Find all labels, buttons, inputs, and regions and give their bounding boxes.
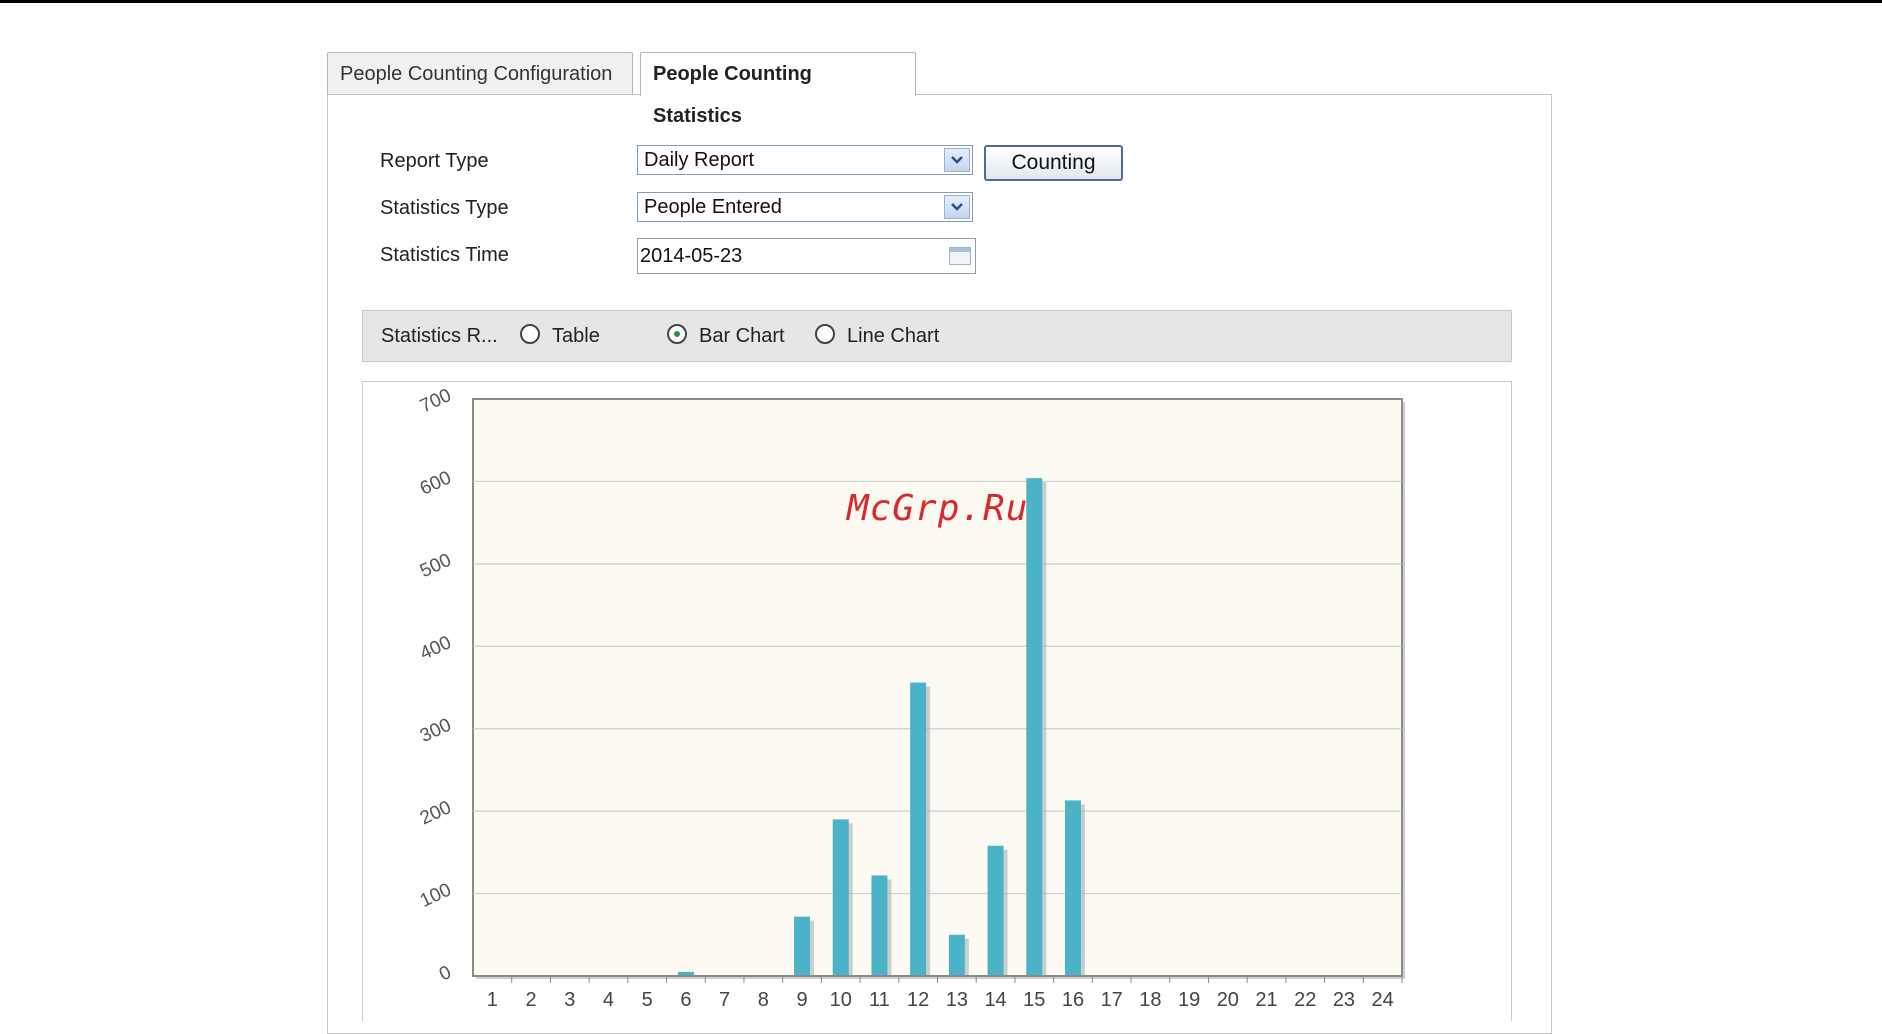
radio-line-chart[interactable]: [815, 324, 835, 344]
x-tick-label: 6: [680, 989, 691, 1011]
x-tick-label: 5: [642, 989, 653, 1011]
y-tick-label: 300: [417, 715, 455, 747]
bar: [910, 683, 926, 976]
report-type-label: Report Type: [380, 150, 489, 173]
y-tick-label: 500: [417, 550, 455, 582]
counting-button[interactable]: Counting: [984, 145, 1123, 181]
report-type-select[interactable]: Daily Report: [637, 145, 973, 175]
bar: [794, 917, 810, 976]
report-type-value: Daily Report: [644, 149, 754, 171]
x-tick-label: 13: [946, 989, 968, 1011]
x-tick-label: 11: [869, 989, 890, 1011]
statistics-time-input[interactable]: 2014-05-23: [637, 238, 976, 274]
x-tick-label: 7: [719, 989, 730, 1011]
x-tick-label: 9: [796, 989, 807, 1011]
bar: [949, 935, 965, 976]
radio-table[interactable]: [520, 324, 540, 344]
radio-bar-chart[interactable]: [667, 324, 687, 344]
bar: [1026, 478, 1042, 976]
top-border: [0, 0, 1882, 3]
tab-people-counting-configuration[interactable]: People Counting Configuration: [327, 52, 633, 94]
x-tick-label: 4: [603, 989, 614, 1011]
x-tick-label: 19: [1178, 989, 1200, 1011]
x-tick-label: 23: [1333, 989, 1355, 1011]
statistics-result-options: Statistics R... Table Bar Chart Line Cha…: [362, 310, 1512, 362]
statistics-type-value: People Entered: [644, 196, 782, 218]
plot-area: [473, 399, 1402, 976]
y-tick-label: 600: [417, 467, 455, 499]
watermark-text: McGrp.Ru: [847, 488, 1028, 529]
bar-chart-container: 0100200300400500600700123456789101112131…: [362, 381, 1512, 1021]
bar: [1065, 800, 1081, 976]
statistics-time-label: Statistics Time: [380, 244, 509, 267]
x-tick-label: 22: [1294, 989, 1316, 1011]
bar: [833, 819, 849, 976]
y-tick-label: 100: [417, 879, 455, 911]
radio-line-chart-label[interactable]: Line Chart: [847, 325, 939, 348]
bar: [988, 846, 1004, 976]
chevron-down-icon[interactable]: [944, 195, 970, 219]
statistics-result-label: Statistics R...: [381, 325, 498, 348]
x-tick-label: 21: [1255, 989, 1277, 1011]
x-tick-label: 20: [1217, 989, 1239, 1011]
statistics-time-value: 2014-05-23: [640, 245, 742, 267]
x-tick-label: 17: [1101, 989, 1123, 1011]
tab-people-counting-statistics[interactable]: People Counting Statistics: [640, 52, 916, 96]
y-tick-label: 0: [436, 962, 454, 986]
x-tick-label: 15: [1023, 989, 1045, 1011]
x-tick-label: 3: [564, 989, 575, 1011]
bar: [871, 875, 887, 976]
radio-table-label[interactable]: Table: [552, 325, 600, 348]
statistics-type-select[interactable]: People Entered: [637, 192, 973, 222]
radio-bar-chart-label[interactable]: Bar Chart: [699, 325, 785, 348]
y-tick-label: 200: [417, 797, 455, 829]
x-tick-label: 10: [830, 989, 852, 1011]
chevron-down-icon[interactable]: [944, 148, 970, 172]
bar-chart: 0100200300400500600700123456789101112131…: [363, 382, 1513, 1022]
y-tick-label: 400: [417, 632, 455, 664]
x-tick-label: 16: [1062, 989, 1084, 1011]
x-tick-label: 8: [758, 989, 769, 1011]
statistics-type-label: Statistics Type: [380, 197, 509, 220]
y-tick-label: 700: [417, 385, 455, 417]
x-tick-label: 14: [984, 989, 1006, 1011]
x-tick-label: 24: [1372, 989, 1394, 1011]
x-tick-label: 1: [487, 989, 498, 1011]
x-tick-label: 2: [526, 989, 537, 1011]
calendar-icon[interactable]: [949, 247, 971, 265]
x-tick-label: 18: [1139, 989, 1161, 1011]
x-tick-label: 12: [907, 989, 929, 1011]
